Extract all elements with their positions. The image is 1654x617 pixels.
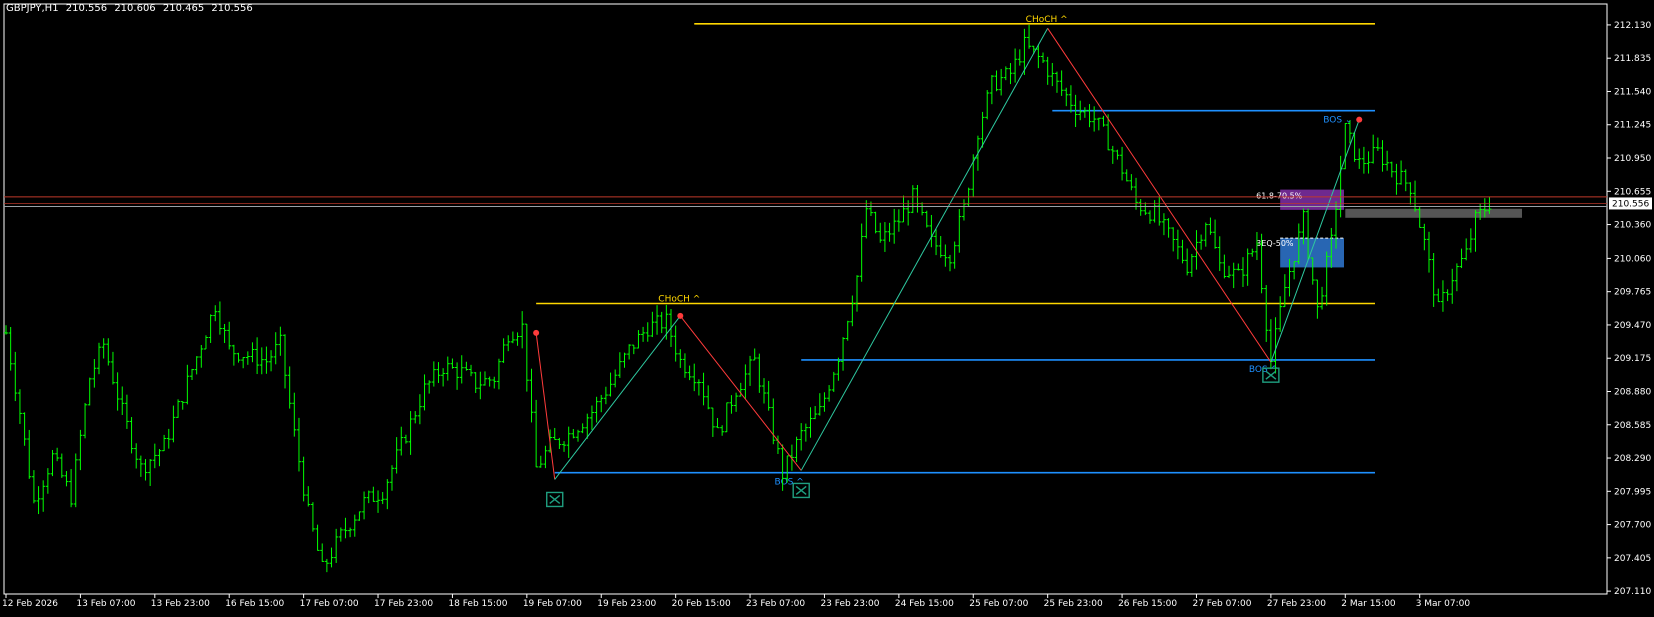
x-tick-label: 2 Mar 15:00 xyxy=(1341,599,1396,609)
x-tick-label: 19 Feb 07:00 xyxy=(523,599,582,609)
x-tick-label: 13 Feb 07:00 xyxy=(76,599,135,609)
y-tick-label: 211.245 xyxy=(1614,121,1651,131)
x-tick-label: 23 Feb 07:00 xyxy=(746,599,805,609)
x-tick-label: 13 Feb 23:00 xyxy=(151,599,210,609)
zigzag-segment xyxy=(554,315,681,480)
y-tick-label: 208.290 xyxy=(1614,454,1651,464)
x-tick-label: 16 Feb 15:00 xyxy=(225,599,284,609)
candles-layer xyxy=(4,24,1492,573)
y-tick-label: 211.540 xyxy=(1614,87,1651,97)
y-tick-label: 207.110 xyxy=(1614,587,1651,597)
fib-zone-label: 61.8-70.5% xyxy=(1256,192,1303,201)
ohlc-close: 210.556 xyxy=(211,3,253,14)
y-tick-label: 208.585 xyxy=(1614,421,1651,431)
zigzag-segment xyxy=(1047,28,1272,363)
ohlc-high: 210.606 xyxy=(114,3,156,14)
y-tick-label: 209.470 xyxy=(1614,321,1651,331)
x-tick-label: 17 Feb 07:00 xyxy=(300,599,359,609)
symbol-header: GBPJPY,H1 210.556 210.606 210.465 210.55… xyxy=(6,3,257,14)
small-gray-zone xyxy=(1345,208,1522,218)
x-tick-label: 12 Feb 2026 xyxy=(2,599,58,609)
swing-high-dot xyxy=(1356,116,1363,123)
y-tick-label: 209.765 xyxy=(1614,288,1651,298)
x-tick-label: 18 Feb 15:00 xyxy=(448,599,507,609)
x-tick-label: 23 Feb 23:00 xyxy=(820,599,879,609)
levels-layer: CHoCH ^BOS ⌄CHoCH ^BOS ^BOS ^ xyxy=(536,15,1375,488)
x-tick-label: 3 Mar 07:00 xyxy=(1416,599,1471,609)
y-tick-label: 209.175 xyxy=(1614,354,1651,364)
x-tick-label: 17 Feb 23:00 xyxy=(374,599,433,609)
signal-marker-x-icon xyxy=(549,494,561,505)
chart-window[interactable]: 61.8-70.5% 3EQ-50% CHoCH ^ BOS ⌄ CHoCH ^ BOS… xyxy=(0,0,1654,613)
symbol-timeframe: GBPJPY,H1 xyxy=(6,3,59,14)
markers-layer xyxy=(546,367,1280,508)
price-lines-layer xyxy=(4,196,1607,207)
ohlc-low: 210.465 xyxy=(162,3,205,14)
bos-level-label: BOS ⌄ xyxy=(1323,116,1352,126)
x-axis: 12 Feb 2026 13 Feb 07:00 13 Feb 23:00 16 Fe… xyxy=(2,594,1470,609)
y-tick-label: 207.700 xyxy=(1614,521,1651,531)
y-axis: 212.130 211.835 211.540 211.245 210.950 210.6… xyxy=(1607,21,1652,597)
plot-frame xyxy=(3,3,1608,595)
x-tick-label: 27 Feb 23:00 xyxy=(1267,599,1326,609)
y-tick-label: 210.950 xyxy=(1614,154,1651,164)
y-tick-label: 210.360 xyxy=(1614,221,1651,231)
y-tick-label: 210.060 xyxy=(1614,254,1651,264)
x-tick-label: 19 Feb 23:00 xyxy=(597,599,656,609)
y-tick-label: 208.880 xyxy=(1614,387,1651,397)
ohlc-open: 210.556 xyxy=(65,3,108,14)
zones-layer: 61.8-70.5%3EQ-50% xyxy=(1256,189,1522,268)
swing-high-dot xyxy=(677,312,684,319)
y-tick-label: 211.835 xyxy=(1614,54,1651,64)
x-tick-label: 26 Feb 15:00 xyxy=(1118,599,1177,609)
x-tick-label: 25 Feb 23:00 xyxy=(1044,599,1103,609)
x-tick-label: 20 Feb 15:00 xyxy=(672,599,731,609)
x-tick-label: 25 Feb 07:00 xyxy=(969,599,1028,609)
y-tick-label: 210.655 xyxy=(1614,187,1651,197)
current-price-label: 210.556 xyxy=(1612,199,1649,209)
y-tick-label: 207.995 xyxy=(1614,487,1651,497)
bos-level-label: BOS ^ xyxy=(775,478,804,488)
y-tick-label: 212.130 xyxy=(1614,21,1651,31)
swing-high-dot xyxy=(533,329,540,336)
zigzag-segment xyxy=(800,28,1049,471)
choch-level-label: CHoCH ^ xyxy=(1026,15,1068,25)
x-tick-label: 27 Feb 07:00 xyxy=(1192,599,1251,609)
zigzag-layer xyxy=(533,28,1363,480)
price-chart[interactable]: 61.8-70.5%3EQ-50% CHoCH ^ BOS ⌄ CHoCH ^ BOS… xyxy=(0,0,1654,613)
y-tick-label: 207.405 xyxy=(1614,554,1651,564)
choch-level-label: CHoCH ^ xyxy=(658,295,700,305)
x-tick-label: 24 Feb 15:00 xyxy=(895,599,954,609)
